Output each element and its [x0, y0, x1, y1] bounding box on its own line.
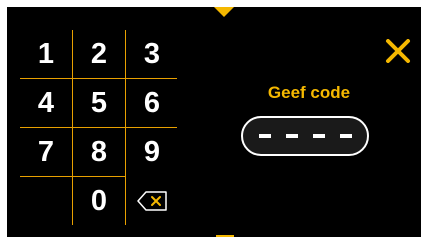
code-slot: [339, 134, 352, 138]
close-button[interactable]: [385, 39, 411, 63]
code-slot: [258, 134, 271, 138]
key-7[interactable]: 7: [20, 128, 72, 176]
key-5[interactable]: 5: [73, 79, 125, 127]
code-slot: [285, 134, 298, 138]
backspace-icon: [136, 191, 167, 211]
top-indicator: [214, 7, 234, 17]
code-prompt: Geef code: [267, 83, 351, 102]
key-9[interactable]: 9: [126, 128, 178, 176]
close-icon: [386, 39, 410, 63]
key-1[interactable]: 1: [20, 30, 72, 78]
key-8[interactable]: 8: [73, 128, 125, 176]
key-4[interactable]: 4: [20, 79, 72, 127]
code-slot: [312, 134, 325, 138]
code-input-field[interactable]: [241, 116, 369, 156]
backspace-button[interactable]: [126, 177, 178, 225]
bottom-indicator: [216, 235, 234, 237]
key-6[interactable]: 6: [126, 79, 178, 127]
key-3[interactable]: 3: [126, 30, 178, 78]
code-entry-screen: 1 2 3 4 5 6 7 8 9 0 Geef code: [7, 7, 421, 237]
key-2[interactable]: 2: [73, 30, 125, 78]
numeric-keypad: 1 2 3 4 5 6 7 8 9 0: [20, 30, 177, 225]
key-0[interactable]: 0: [73, 177, 125, 225]
